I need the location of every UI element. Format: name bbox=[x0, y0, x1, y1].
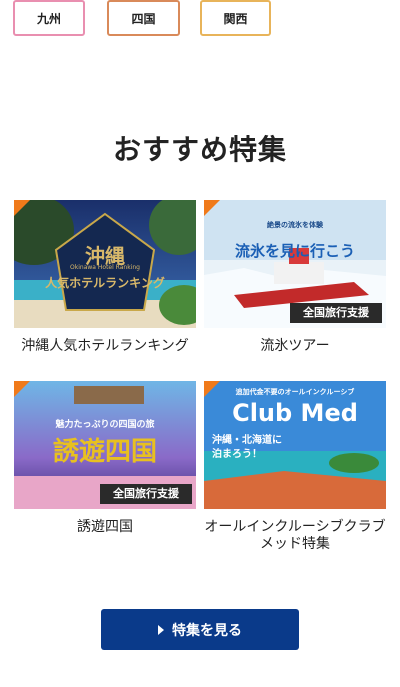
region-button-shikoku[interactable]: 四国 bbox=[107, 0, 180, 36]
feature-caption: 誘遊四国 bbox=[77, 519, 133, 535]
drift-ice-image-small: 絶景の流氷を体験 bbox=[267, 221, 323, 229]
new-corner-tag bbox=[14, 381, 30, 397]
new-corner-tag bbox=[204, 200, 220, 216]
feature-caption: オールインクルーシブクラブメッド特集 bbox=[204, 519, 386, 552]
okinawa-image-subtitle: Okinawa Hotel Ranking bbox=[70, 264, 140, 271]
clubmed-image-line2: 沖縄・北海道に bbox=[212, 435, 282, 446]
travel-support-badge: 全国旅行支援 bbox=[290, 303, 382, 323]
section-title: おすすめ特集 bbox=[112, 133, 287, 166]
clubmed-image-small: 追加代金不要のオールインクルーシブ bbox=[235, 388, 355, 396]
feature-image-clubmed: 追加代金不要のオールインクルーシブ Club Med 沖縄・北海道に 泊まろう！ bbox=[204, 381, 386, 509]
region-button-kansai[interactable]: 関西 bbox=[200, 0, 271, 36]
feature-card-drift-ice[interactable]: 絶景の流氷を体験 流氷を見に行こう 全国旅行支援 流氷ツアー bbox=[204, 200, 386, 355]
feature-image-drift-ice: 絶景の流氷を体験 流氷を見に行こう 全国旅行支援 bbox=[204, 200, 386, 328]
shikoku-image-title: 誘遊四国 bbox=[52, 437, 157, 467]
feature-caption: 沖縄人気ホテルランキング bbox=[21, 338, 189, 354]
feature-card-okinawa[interactable]: 沖縄 Okinawa Hotel Ranking 人気ホテルランキング 沖縄人気… bbox=[14, 200, 196, 355]
view-features-button[interactable]: 特集を見る bbox=[101, 609, 299, 650]
feature-card-clubmed[interactable]: 追加代金不要のオールインクルーシブ Club Med 沖縄・北海道に 泊まろう！… bbox=[204, 381, 386, 553]
shikoku-image-small: 魅力たっぷりの四国の旅 bbox=[55, 420, 155, 430]
drift-ice-image-title: 流氷を見に行こう bbox=[234, 242, 355, 260]
feature-caption: 流氷ツアー bbox=[260, 338, 330, 354]
feature-card-shikoku[interactable]: 魅力たっぷりの四国の旅 誘遊四国 全国旅行支援 誘遊四国 bbox=[14, 381, 196, 536]
new-corner-tag bbox=[14, 200, 30, 216]
okinawa-image-line2: 人気ホテルランキング bbox=[45, 276, 165, 290]
clubmed-logo: Club Med bbox=[232, 399, 358, 427]
region-button-kyushu[interactable]: 九州 bbox=[13, 0, 85, 36]
caret-right-icon bbox=[158, 624, 164, 635]
feature-image-shikoku: 魅力たっぷりの四国の旅 誘遊四国 全国旅行支援 bbox=[14, 381, 196, 509]
region-filter-row: 九州 四国 関西 bbox=[0, 0, 400, 40]
clubmed-image-line3: 泊まろう！ bbox=[212, 449, 262, 460]
feature-image-okinawa: 沖縄 Okinawa Hotel Ranking 人気ホテルランキング bbox=[14, 200, 196, 328]
travel-support-badge: 全国旅行支援 bbox=[100, 484, 192, 504]
view-features-label: 特集を見る bbox=[172, 622, 242, 639]
